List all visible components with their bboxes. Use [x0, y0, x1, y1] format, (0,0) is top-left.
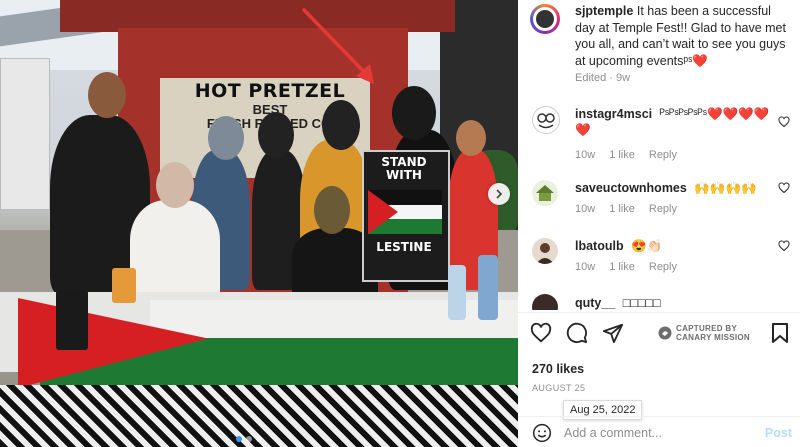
comment-age[interactable]: 10w	[575, 261, 595, 273]
person-6-head	[456, 120, 486, 156]
person-avatar[interactable]	[532, 238, 558, 264]
caption-meta: Edited · 9w	[575, 72, 630, 84]
reply-button[interactable]: Reply	[649, 149, 677, 161]
comment-text: saveuctownhomes 🙌🙌🙌🙌	[575, 180, 775, 196]
comment-username[interactable]: instagr4msci	[575, 107, 652, 121]
comment-item: quty__ □□□□□	[518, 292, 800, 310]
chevron-right-icon	[496, 189, 503, 199]
water-bottle-blue	[478, 255, 498, 320]
comment-input[interactable]	[564, 423, 754, 443]
heart-icon[interactable]	[778, 116, 790, 128]
comment-likes[interactable]: 1 like	[609, 149, 635, 161]
reply-button[interactable]: Reply	[649, 203, 677, 215]
canary-mission-watermark: CAPTURED BY CANARY MISSION	[658, 324, 750, 342]
owl-avatar[interactable]	[532, 106, 560, 134]
post-side-panel: sjptemple It has been a successful day a…	[518, 0, 800, 447]
emoji-icon[interactable]	[532, 423, 552, 443]
share-icon[interactable]	[602, 322, 624, 344]
comment-username[interactable]: quty__	[575, 296, 615, 310]
edited-label: Edited	[575, 72, 607, 84]
poster-flag	[368, 190, 442, 234]
post-date[interactable]: AUGUST 25	[532, 383, 585, 393]
comment-item: instagr4msci ᴾˢᴾˢᴾˢᴾˢᴾˢ❤️❤️❤️❤️❤️ 10w 1 …	[518, 104, 800, 164]
person-7	[130, 200, 220, 300]
divider	[518, 312, 800, 313]
divider	[518, 416, 800, 417]
avatar-logo	[536, 10, 554, 28]
owl-icon	[537, 113, 555, 129]
watermark-line-1: CAPTURED BY	[676, 324, 738, 333]
comment-meta: 10w 1 like Reply	[575, 203, 677, 215]
action-bar	[530, 322, 624, 344]
comment-age[interactable]: 10w	[575, 149, 595, 161]
meta-separator: ·	[609, 72, 616, 84]
watermark-text: CAPTURED BY CANARY MISSION	[676, 324, 750, 342]
carousel-dot	[246, 436, 252, 442]
reply-button[interactable]: Reply	[649, 261, 677, 273]
carousel-dot	[256, 436, 262, 442]
poster-text-top: STAND WITH	[381, 155, 427, 182]
person-icon	[536, 243, 554, 264]
comment-item: lbatoulb 😍👏🏻 10w 1 like Reply	[518, 236, 800, 276]
person-7-head	[156, 162, 194, 208]
heart-icon[interactable]	[778, 240, 790, 252]
comment-text: lbatoulb 😍👏🏻	[575, 238, 775, 254]
heart-icon[interactable]	[778, 182, 790, 194]
caption-username[interactable]: sjptemple	[575, 4, 633, 18]
person-2-head	[208, 116, 244, 160]
comment-body: 😍👏🏻	[631, 239, 663, 253]
comment-item: saveuctownhomes 🙌🙌🙌🙌 10w 1 like Reply	[518, 178, 800, 218]
person-5-head	[392, 86, 436, 140]
canary-logo-icon	[658, 326, 672, 340]
comment-likes[interactable]: 1 like	[609, 203, 635, 215]
person-8-head	[314, 186, 350, 234]
comment-body: 🙌🙌🙌🙌	[694, 181, 757, 195]
person-1-head	[88, 72, 126, 118]
comment-meta: 10w 1 like Reply	[575, 261, 677, 273]
orange-drink	[112, 268, 136, 303]
red-arrow-annotation	[302, 8, 374, 84]
person-3-head	[258, 112, 294, 158]
comment-text: instagr4msci ᴾˢᴾˢᴾˢᴾˢᴾˢ❤️❤️❤️❤️❤️	[575, 106, 775, 138]
post-caption: sjptemple It has been a successful day a…	[575, 3, 791, 69]
house-avatar[interactable]	[532, 180, 558, 206]
poster-text-bottom: LESTINE	[376, 240, 432, 254]
like-count[interactable]: 270 likes	[532, 362, 584, 376]
watermark-line-2: CANARY MISSION	[676, 333, 750, 342]
comment-likes[interactable]: 1 like	[609, 261, 635, 273]
bookmark-icon[interactable]	[770, 322, 790, 344]
black-cup	[56, 290, 88, 350]
post-comment-button[interactable]: Post	[765, 426, 792, 440]
comment-body: □□□□□	[622, 296, 661, 310]
food-trailer	[0, 58, 50, 210]
comment-icon[interactable]	[566, 322, 588, 344]
carousel-next-button[interactable]	[488, 183, 510, 205]
post-age[interactable]: 9w	[616, 72, 630, 84]
heart-icon[interactable]	[530, 322, 552, 344]
house-icon	[536, 185, 554, 201]
comments-list[interactable]: instagr4msci ᴾˢᴾˢᴾˢᴾˢᴾˢ❤️❤️❤️❤️❤️ 10w 1 …	[518, 96, 800, 310]
post-photo[interactable]: HOT PRETZEL BEST FRESH ROLLED COF STAND …	[0, 0, 518, 447]
person-avatar-2[interactable]	[532, 294, 558, 310]
water-bottle	[448, 265, 466, 320]
comment-username[interactable]: saveuctownhomes	[575, 181, 687, 195]
comment-meta: 10w 1 like Reply	[575, 149, 677, 161]
date-tooltip: Aug 25, 2022	[563, 400, 643, 420]
comment-text: quty__ □□□□□	[575, 295, 775, 310]
author-avatar[interactable]	[530, 4, 560, 34]
comment-username[interactable]: lbatoulb	[575, 239, 624, 253]
carousel-dots	[236, 436, 262, 442]
carousel-dot	[236, 436, 242, 442]
comment-age[interactable]: 10w	[575, 203, 595, 215]
person-4-head	[322, 100, 360, 150]
